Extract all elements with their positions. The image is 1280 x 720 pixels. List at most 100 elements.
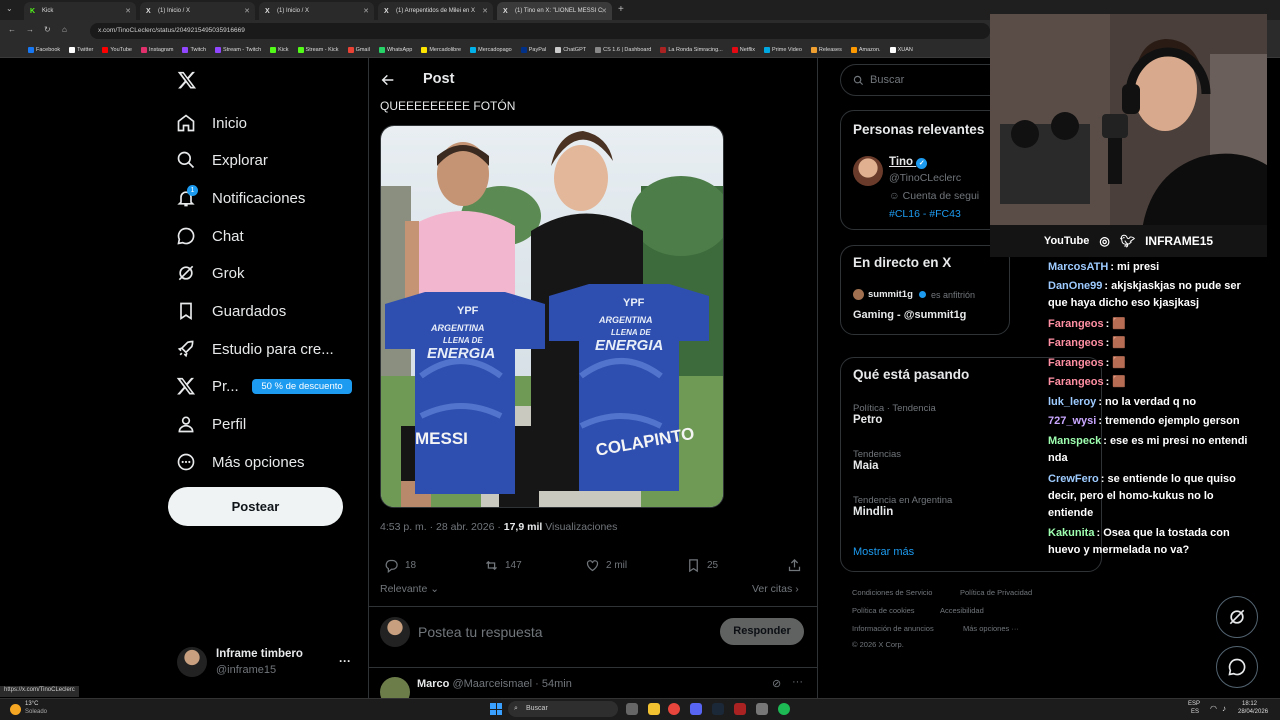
account-more-icon[interactable]: ···	[339, 654, 351, 668]
bookmark-item[interactable]: YouTube	[102, 46, 132, 53]
browser-tab[interactable]: K Kick ✕	[24, 2, 136, 20]
bookmark-item[interactable]: WhatsApp	[378, 46, 412, 53]
spotify-icon[interactable]	[778, 703, 790, 715]
close-icon[interactable]: ✕	[363, 7, 369, 15]
view-quotes-link[interactable]: Ver citas ›	[752, 583, 799, 595]
live-description[interactable]: Gaming - @summit1g	[853, 309, 966, 321]
nav-item-explorar[interactable]: Explorar	[176, 147, 268, 173]
trend-item[interactable]: Tendencia en Argentina Mindlin	[853, 495, 952, 518]
messages-fab[interactable]	[1216, 646, 1258, 688]
footer-link[interactable]: Información de anuncios	[852, 624, 934, 633]
reply-submit-button[interactable]: Responder	[720, 618, 804, 645]
wifi-icon[interactable]: ◠	[1210, 704, 1217, 713]
tab-menu-icon[interactable]: ⌄	[6, 4, 13, 13]
file-explorer-icon[interactable]	[648, 703, 660, 715]
reply-input[interactable]: Postea tu respuesta	[418, 624, 543, 640]
close-icon[interactable]: ✕	[244, 7, 250, 15]
bookmark-item[interactable]: Twitter	[69, 46, 93, 53]
more-icon[interactable]: ···	[792, 676, 803, 688]
home-icon[interactable]: ⌂	[62, 25, 67, 34]
footer-link[interactable]: Condiciones de Servicio	[852, 588, 932, 597]
bookmark-item[interactable]: PayPal	[520, 46, 546, 53]
language-indicator[interactable]: ESP	[1188, 701, 1200, 707]
chat-username[interactable]: Kakunita	[1048, 527, 1094, 539]
reply-button[interactable]: 18	[384, 558, 416, 573]
bookmark-item[interactable]: Prime Video	[764, 46, 802, 53]
back-icon[interactable]: ←	[8, 25, 16, 34]
bookmark-item[interactable]: Stream - Kick	[297, 46, 339, 53]
like-button[interactable]: 2 mil	[585, 558, 627, 573]
bookmark-item[interactable]: Mercadopago	[470, 46, 512, 53]
bookmark-item[interactable]: Kick	[270, 46, 289, 53]
forward-icon[interactable]: →	[26, 25, 34, 34]
bookmark-item[interactable]: ChatGPT	[555, 46, 586, 53]
chat-username[interactable]: Manspeck	[1048, 435, 1101, 447]
chat-username[interactable]: MarcosATH	[1048, 261, 1108, 273]
close-icon[interactable]: ✕	[482, 7, 488, 15]
account-avatar[interactable]	[177, 647, 207, 677]
nav-item-perfil[interactable]: Perfil	[176, 411, 246, 437]
nav-item-inicio[interactable]: Inicio	[176, 110, 247, 136]
trend-item[interactable]: Tendencias Maia	[853, 449, 901, 472]
x-logo-icon[interactable]	[177, 70, 197, 95]
chat-username[interactable]: CrewFero	[1048, 473, 1099, 485]
share-button[interactable]	[787, 558, 802, 573]
chat-username[interactable]: 727_wysi	[1048, 415, 1096, 427]
chat-username[interactable]: Farangeos	[1048, 318, 1104, 330]
bookmark-button[interactable]: 25	[686, 558, 718, 573]
chat-username[interactable]: Farangeos	[1048, 337, 1104, 349]
address-bar[interactable]: x.com/TinoCLeclerc/status/20492154950359…	[90, 23, 990, 39]
new-tab-icon[interactable]: +	[618, 4, 624, 15]
chat-username[interactable]: Farangeos	[1048, 357, 1104, 369]
bookmark-item[interactable]: Gmail	[347, 46, 370, 53]
chat-username[interactable]: DanOne99	[1048, 280, 1102, 292]
grok-fab[interactable]	[1216, 596, 1258, 638]
reload-icon[interactable]: ↻	[44, 25, 51, 34]
live-user[interactable]: summit1g	[868, 289, 913, 300]
person-tags[interactable]: #CL16 - #FC43	[889, 208, 961, 220]
task-view-icon[interactable]	[626, 703, 638, 715]
bookmark-item[interactable]: Amazon.	[850, 46, 881, 53]
person-name[interactable]: Tino ✓	[889, 156, 928, 169]
bookmark-item[interactable]: La Ronda Simracing...	[660, 46, 723, 53]
grok-icon[interactable]: ⊘	[772, 677, 781, 690]
bookmark-item[interactable]: Facebook	[28, 46, 60, 53]
windows-start-icon[interactable]	[490, 703, 502, 715]
browser-tab[interactable]: X (1) Arrepentidos de Milei en X ✕	[378, 2, 493, 20]
nav-item-guardados[interactable]: Guardados	[176, 298, 286, 324]
post-button[interactable]: Postear	[168, 487, 343, 526]
sort-replies-dropdown[interactable]: Relevante ⌄	[380, 583, 439, 595]
app-icon[interactable]	[756, 703, 768, 715]
nav-item-chat[interactable]: Chat	[176, 223, 244, 249]
bookmark-item[interactable]: Stream - Twitch	[215, 46, 261, 53]
browser-tab[interactable]: X (1) Inicio / X ✕	[140, 2, 255, 20]
bookmark-item[interactable]: Mercadolibre	[421, 46, 461, 53]
back-arrow-icon[interactable]	[380, 72, 396, 93]
chat-username[interactable]: luk_leroy	[1048, 396, 1096, 408]
bookmark-item[interactable]: Instagram	[140, 46, 173, 53]
nav-item-grok[interactable]: Grok	[176, 260, 245, 286]
bookmark-item[interactable]: CS 1.6 | Dashboard	[595, 46, 651, 53]
show-more-link[interactable]: Mostrar más	[853, 546, 914, 558]
volume-icon[interactable]: ♪	[1222, 704, 1226, 713]
bookmark-item[interactable]: Netflix	[731, 46, 755, 53]
steam-icon[interactable]	[712, 703, 724, 715]
bookmark-item[interactable]: Releases	[810, 46, 842, 53]
chrome-icon[interactable]	[668, 703, 680, 715]
post-photo[interactable]: YPF ARGENTINA LLENA DE ENERGIA YPF ARGEN…	[380, 125, 724, 508]
footer-link[interactable]: Política de Privacidad	[960, 588, 1032, 597]
clock-time[interactable]: 18:12	[1242, 701, 1257, 707]
discord-icon[interactable]	[690, 703, 702, 715]
app-icon[interactable]	[734, 703, 746, 715]
taskbar-search[interactable]: ⌕ Buscar	[508, 701, 618, 717]
weather-icon[interactable]	[10, 704, 21, 715]
nav-item-mas-opciones[interactable]: Más opciones	[176, 449, 305, 475]
person-avatar[interactable]	[853, 156, 883, 186]
account-name[interactable]: Inframe timbero	[216, 648, 303, 660]
browser-tab-active[interactable]: X (1) Tino en X: "LIONEL MESSI C ✕	[497, 2, 612, 20]
trend-item[interactable]: Política · Tendencia Petro	[853, 403, 936, 426]
footer-link[interactable]: Política de cookies	[852, 606, 915, 615]
browser-tab[interactable]: X (1) Inicio / X ✕	[259, 2, 374, 20]
bookmark-item[interactable]: XUAN	[889, 46, 913, 53]
bookmark-item[interactable]: Twitch	[182, 46, 206, 53]
